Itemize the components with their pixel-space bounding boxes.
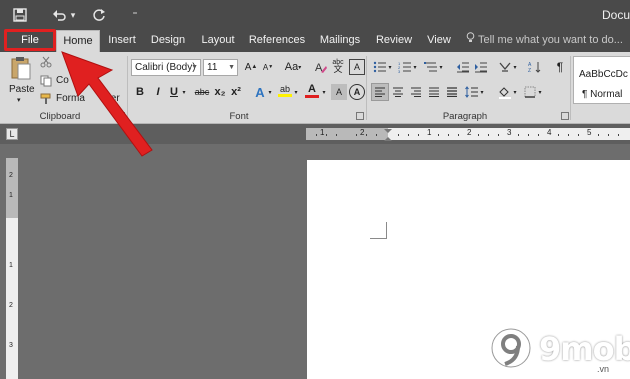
red-arrow-annotation: [61, 51, 153, 157]
watermark-suffix: .vn: [597, 364, 610, 374]
watermark-logo: 9mobi .vn: [485, 326, 630, 376]
nine-mobi-logo-icon: [491, 328, 531, 368]
watermark-text: 9mobi: [539, 330, 630, 368]
